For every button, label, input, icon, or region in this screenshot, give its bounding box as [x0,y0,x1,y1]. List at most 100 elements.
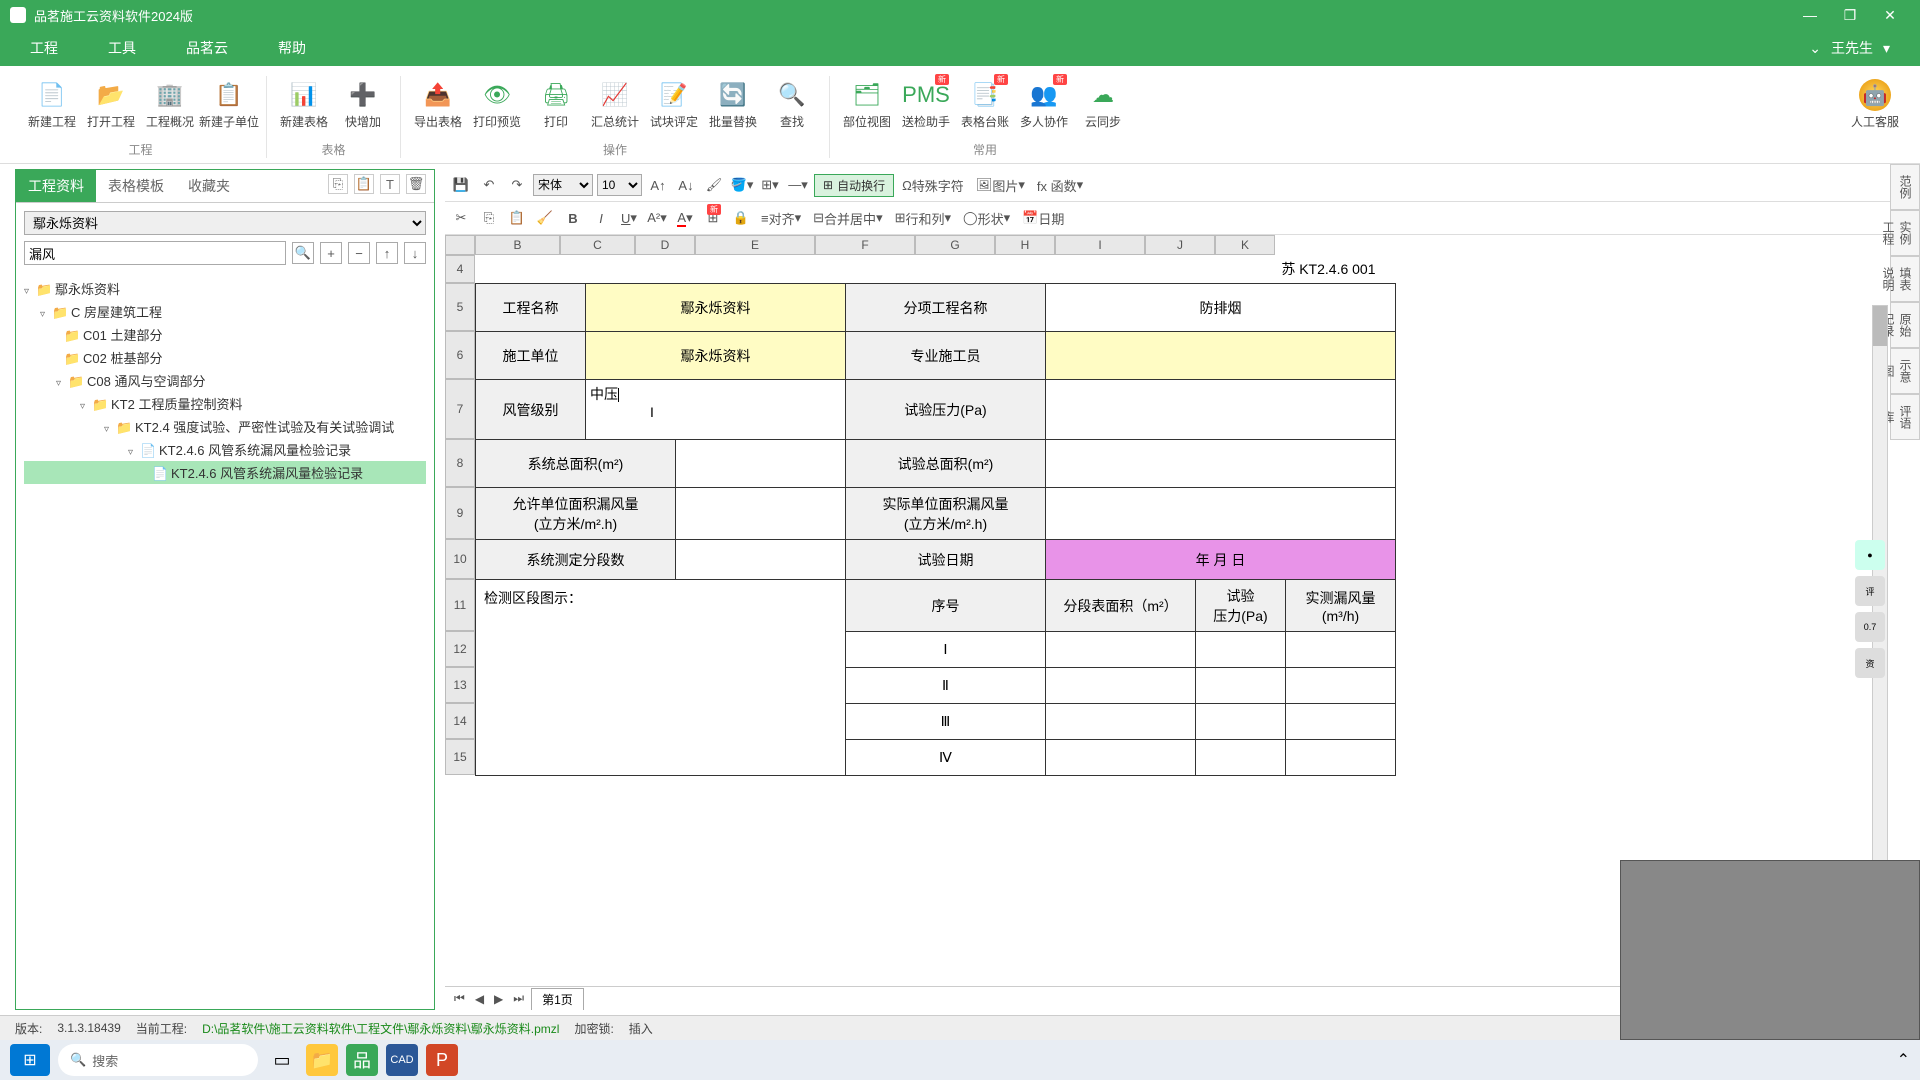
font-decrease-icon[interactable]: A↓ [674,173,698,197]
ribbon-新建表格[interactable]: 📊新建表格 [277,76,331,133]
cell[interactable] [1046,632,1196,668]
scroll-thumb[interactable] [1873,306,1887,346]
cell[interactable] [1196,668,1286,704]
cell[interactable] [1196,632,1286,668]
corner-cell[interactable] [445,235,475,255]
value-test-area[interactable] [1046,440,1396,488]
row-header-10[interactable]: 10 [445,539,475,579]
font-select[interactable]: 宋体 [533,174,593,196]
value-segments[interactable] [676,540,846,580]
tree-node-c08[interactable]: C08 通风与空调部分 [87,374,205,389]
cell[interactable] [1046,668,1196,704]
explorer-icon[interactable]: 📁 [306,1044,338,1076]
row-header-13[interactable]: 13 [445,667,475,703]
tree-node-record[interactable]: KT2.4.6 风管系统漏风量检验记录 [171,466,363,481]
app-taskbar-icon[interactable]: 品 [346,1044,378,1076]
shape-button[interactable]: ◯ 形状▾ [959,206,1014,230]
tree-node-c01[interactable]: C01 土建部分 [83,328,162,343]
ribbon-导出表格[interactable]: 📤导出表格 [411,76,465,133]
minimize-button[interactable]: — [1790,7,1830,23]
rightbar-rawrecord[interactable]: 原始 记录 [1890,302,1920,348]
value-construct-unit[interactable]: 鄢永烁资料 [586,332,846,380]
autowrap-button[interactable]: ⊞ 自动换行 [814,174,894,197]
user-label[interactable]: 王先生 [1831,38,1873,58]
bold-icon[interactable]: B [561,206,585,230]
last-sheet-icon[interactable]: ⏭ [510,991,527,1006]
copy-icon[interactable]: ⎘ [477,206,501,230]
tree-toggle[interactable]: ▿ [128,447,140,458]
rightbar-examples[interactable]: 范例 [1890,164,1920,210]
border-icon[interactable]: ⊞▾ [758,173,782,197]
float-widget-1[interactable]: ● [1855,540,1885,570]
superscript-icon[interactable]: A²▾ [645,206,669,230]
label-diagram[interactable]: 检测区段图示： [476,580,846,776]
rightbar-fillguide[interactable]: 填表 说明 [1890,256,1920,302]
value-test-date[interactable]: 年 月 日 [1046,540,1396,580]
next-sheet-icon[interactable]: ▶ [491,992,506,1006]
cell[interactable] [1046,740,1196,776]
tree-root[interactable]: 鄢永烁资料 [55,282,120,297]
ribbon-汇总统计[interactable]: 📈汇总统计 [588,76,642,133]
tree-node-c[interactable]: C 房屋建筑工程 [71,305,162,320]
tree-node-kt2[interactable]: KT2 工程质量控制资料 [111,397,242,412]
font-color-icon[interactable]: A▾ [673,206,697,230]
ribbon-工程概况[interactable]: 🏢工程概况 [143,76,197,133]
row-header-6[interactable]: 6 [445,331,475,379]
maximize-button[interactable]: ❐ [1830,7,1870,24]
tree-node-kt246[interactable]: KT2.4.6 风管系统漏风量检验记录 [159,443,351,458]
sidebar-action-2[interactable]: 📋 [354,174,374,194]
expand-button[interactable]: + [320,242,342,264]
menu-cloud[interactable]: 品茗云 [186,38,228,58]
ribbon-打开工程[interactable]: 📂打开工程 [84,76,138,133]
tab-templates[interactable]: 表格模板 [96,170,176,202]
cut-icon[interactable]: ✂ [449,206,473,230]
ribbon-批量替换[interactable]: 🔄批量替换 [706,76,760,133]
task-view-icon[interactable]: ▭ [266,1044,298,1076]
float-widget-3[interactable]: 0.7 [1855,612,1885,642]
first-sheet-icon[interactable]: ⏮ [451,991,468,1006]
value-subproject[interactable]: 防排烟 [1046,284,1396,332]
merge-button[interactable]: ⊟ 合并居中▾ [809,206,886,230]
col-header-H[interactable]: H [995,235,1055,255]
tab-favorites[interactable]: 收藏夹 [176,170,242,202]
ribbon-新建工程[interactable]: 📄新建工程 [25,76,79,133]
project-select[interactable]: 鄢永烁资料 [24,211,426,235]
taskbar-search[interactable]: 🔍 搜索 [58,1044,258,1076]
prev-sheet-icon[interactable]: ◀ [472,992,487,1006]
ribbon-快增加[interactable]: ➕快增加 [336,76,390,133]
ribbon-查找[interactable]: 🔍查找 [765,76,819,133]
row-header-14[interactable]: 14 [445,703,475,739]
tray-chevron-icon[interactable]: ⌃ [1897,1050,1910,1070]
collapse-button[interactable]: − [348,242,370,264]
ribbon-打印预览[interactable]: 👁打印预览 [470,76,524,133]
ribbon-打印[interactable]: 🖨打印 [529,76,583,133]
tree-toggle[interactable]: ▿ [24,286,36,297]
lock-icon[interactable]: 🔒 [729,206,753,230]
underline-icon[interactable]: U▾ [617,206,641,230]
row-header-5[interactable]: 5 [445,283,475,331]
powerpoint-icon[interactable]: P [426,1044,458,1076]
cell[interactable] [1286,704,1396,740]
special-char-button[interactable]: Ω 特殊字符 [898,173,968,197]
sidebar-search-input[interactable] [24,241,286,265]
menu-help[interactable]: 帮助 [278,38,306,58]
fill-color-icon[interactable]: 🪣▾ [730,173,754,197]
table-icon[interactable]: ⊞新 [701,206,725,230]
row-header-7[interactable]: 7 [445,379,475,439]
rowcol-button[interactable]: ⊞ 行和列▾ [891,206,955,230]
ribbon-新建子单位[interactable]: 📋新建子单位 [202,76,256,133]
value-worker[interactable] [1046,332,1396,380]
row-header-4[interactable]: 4 [445,255,475,283]
close-button[interactable]: ✕ [1870,7,1910,24]
cell[interactable] [1196,704,1286,740]
chevron-down-icon[interactable]: ⌄ [1809,40,1821,57]
col-header-C[interactable]: C [560,235,635,255]
support-button[interactable]: 🤖 人工客服 [1845,76,1905,158]
col-header-I[interactable]: I [1055,235,1145,255]
tree-node-kt24[interactable]: KT2.4 强度试验、严密性试验及有关试验调试 [135,420,394,435]
ribbon-试块评定[interactable]: 📝试块评定 [647,76,701,133]
line-icon[interactable]: —▾ [786,173,810,197]
row-header-9[interactable]: 9 [445,487,475,539]
tree-toggle[interactable]: ▿ [56,378,68,389]
sidebar-action-1[interactable]: ⎘ [328,174,348,194]
